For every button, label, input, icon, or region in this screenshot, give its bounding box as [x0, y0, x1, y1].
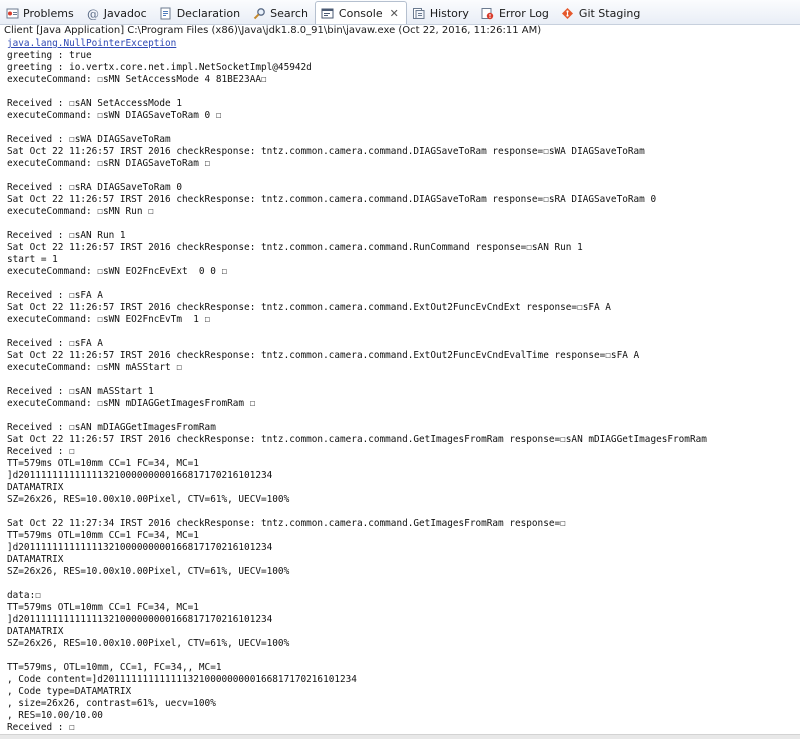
svg-text:@: @	[87, 7, 99, 20]
declaration-icon	[159, 6, 173, 20]
console-line: Sat Oct 22 11:26:57 IRST 2016 checkRespo…	[7, 194, 657, 205]
tab-git-staging[interactable]: Git Staging	[556, 2, 647, 24]
console-line: Sat Oct 22 11:26:57 IRST 2016 checkRespo…	[7, 350, 640, 361]
console-line: java.lang.NullPointerException	[7, 38, 800, 50]
view-tab-bar: Problems @ Javadoc Declaration Search Co…	[0, 0, 800, 25]
console-line: DATAMATRIX	[7, 626, 64, 637]
console-line: Received : ☐sFA A	[7, 290, 103, 301]
tab-javadoc[interactable]: @ Javadoc	[81, 2, 154, 24]
tab-label: Problems	[23, 6, 74, 20]
console-line: greeting : true	[7, 50, 92, 61]
console-line: SZ=26x26, RES=10.00x10.00Pixel, CTV=61%,…	[7, 494, 290, 505]
console-line: ]d20111111111111132100000000016681717021…	[7, 542, 273, 553]
console-line: executeCommand: ☐sMN SetAccessMode 4 81B…	[7, 74, 267, 85]
console-line: ]d20111111111111132100000000016681717021…	[7, 470, 273, 481]
console-line: executeCommand: ☐sMN Run ☐	[7, 206, 154, 217]
tab-search[interactable]: Search	[247, 2, 315, 24]
tab-history[interactable]: History	[407, 2, 476, 24]
console-line: Received : ☐sWA DIAGSaveToRam	[7, 134, 171, 145]
tab-label: History	[429, 6, 469, 20]
console-line: Received : ☐sRA DIAGSaveToRam 0	[7, 182, 182, 193]
console-line: SZ=26x26, RES=10.00x10.00Pixel, CTV=61%,…	[7, 638, 290, 649]
tab-console[interactable]: Console ✕	[314, 1, 407, 24]
console-text: java.lang.NullPointerException greeting …	[0, 38, 800, 734]
search-icon	[252, 6, 266, 20]
console-line: Received : ☐sAN mASStart 1	[7, 386, 154, 397]
tab-error-log[interactable]: Error Log	[476, 2, 556, 24]
tab-label: Console	[338, 6, 383, 20]
console-line: executeCommand: ☐sMN mASStart ☐	[7, 362, 182, 373]
console-line: Received : ☐	[7, 722, 75, 733]
tab-declaration[interactable]: Declaration	[154, 2, 247, 24]
console-line: executeCommand: ☐sWN EO2FncEvTm 1 ☐	[7, 314, 211, 325]
console-line: start = 1	[7, 254, 58, 265]
console-line: Sat Oct 22 11:26:57 IRST 2016 checkRespo…	[7, 302, 611, 313]
console-line: greeting : io.vertx.core.net.impl.NetSoc…	[7, 62, 312, 73]
console-line: DATAMATRIX	[7, 554, 64, 565]
history-icon	[412, 6, 426, 20]
console-line: Sat Oct 22 11:27:34 IRST 2016 checkRespo…	[7, 518, 566, 529]
tab-label: Git Staging	[578, 6, 641, 20]
console-line: Sat Oct 22 11:26:57 IRST 2016 checkRespo…	[7, 242, 583, 253]
git-staging-icon	[561, 6, 575, 20]
console-line: TT=579ms, OTL=10mm, CC=1, FC=34,, MC=1	[7, 662, 222, 673]
console-line: TT=579ms OTL=10mm CC=1 FC=34, MC=1	[7, 458, 199, 469]
error-log-icon	[481, 6, 495, 20]
console-line: SZ=26x26, RES=10.00x10.00Pixel, CTV=61%,…	[7, 566, 290, 577]
horizontal-scrollbar[interactable]	[0, 734, 800, 739]
javadoc-icon: @	[86, 6, 100, 20]
tab-label: Javadoc	[103, 6, 147, 20]
console-line: Received : ☐sAN Run 1	[7, 230, 126, 241]
console-line: executeCommand: ☐sWN EO2FncEvExt 0 0 ☐	[7, 266, 228, 277]
tab-label: Search	[270, 6, 308, 20]
console-line: ]d20111111111111132100000000016681717021…	[7, 614, 273, 625]
problems-icon	[5, 6, 19, 20]
close-icon[interactable]: ✕	[390, 8, 399, 19]
console-line: TT=579ms OTL=10mm CC=1 FC=34, MC=1	[7, 530, 199, 541]
tab-label: Declaration	[176, 6, 241, 20]
console-line: , Code type=DATAMATRIX	[7, 686, 132, 697]
tab-label: Error Log	[498, 6, 549, 20]
exception-link[interactable]: java.lang.NullPointerException	[7, 38, 176, 49]
console-output[interactable]: java.lang.NullPointerException greeting …	[0, 38, 800, 739]
tab-problems[interactable]: Problems	[0, 2, 81, 24]
console-process-header: Client [Java Application] C:\Program Fil…	[4, 25, 542, 36]
console-line: Received : ☐sFA A	[7, 338, 103, 349]
console-line: Sat Oct 22 11:26:57 IRST 2016 checkRespo…	[7, 434, 707, 445]
console-line: Received : ☐sAN mDIAGGetImagesFromRam	[7, 422, 216, 433]
console-line: , Code content=]d20111111111111132100000…	[7, 674, 357, 685]
console-line: Received : ☐sAN SetAccessMode 1	[7, 98, 182, 109]
console-line: TT=579ms OTL=10mm CC=1 FC=34, MC=1	[7, 602, 199, 613]
console-line: executeCommand: ☐sRN DIAGSaveToRam ☐	[7, 158, 211, 169]
console-line: executeCommand: ☐sWN DIAGSaveToRam 0 ☐	[7, 110, 222, 121]
console-line: Sat Oct 22 11:26:57 IRST 2016 checkRespo…	[7, 146, 645, 157]
console-line: Received : ☐	[7, 446, 75, 457]
console-line: , RES=10.00/10.00	[7, 710, 103, 721]
console-icon	[321, 6, 335, 20]
console-line: executeCommand: ☐sMN mDIAGGetImagesFromR…	[7, 398, 256, 409]
console-line: DATAMATRIX	[7, 482, 64, 493]
console-line: data:☐	[7, 590, 41, 601]
console-line: , size=26x26, contrast=61%, uecv=100%	[7, 698, 216, 709]
